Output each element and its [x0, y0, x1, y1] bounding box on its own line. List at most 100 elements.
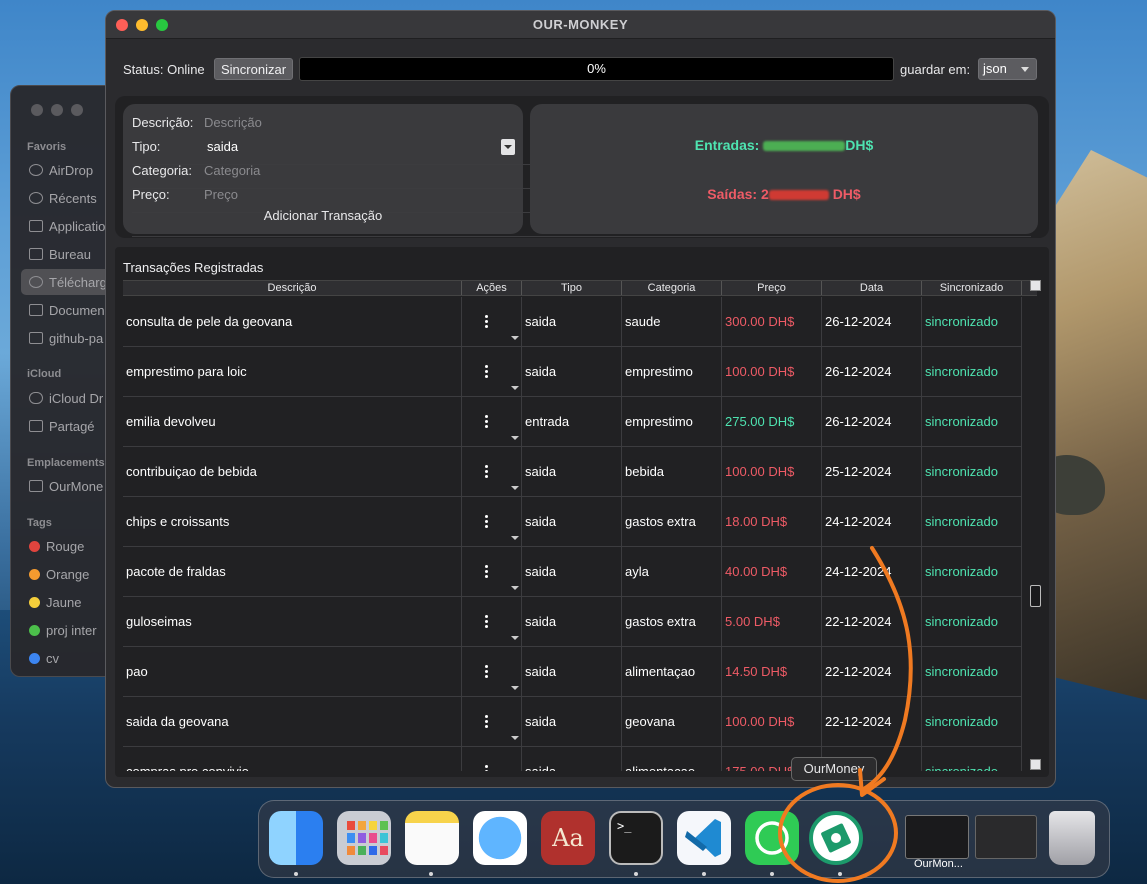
saidas-redacted-value	[768, 190, 829, 201]
sync-button[interactable]: Sincronizar	[214, 58, 294, 80]
more-actions-icon[interactable]	[485, 765, 488, 771]
table-row[interactable]: pao saida alimentaçao 14.50 DH$ 22-12-2024 si…	[123, 647, 1022, 697]
scroll-down-arrow-icon[interactable]	[1030, 759, 1041, 770]
trash-icon[interactable]	[1049, 811, 1095, 865]
cell-data: 26-12-2024	[822, 297, 922, 346]
notes-app-icon[interactable]	[405, 811, 459, 865]
more-actions-icon[interactable]	[485, 415, 488, 430]
cell-tipo: saida	[522, 447, 622, 496]
zoom-button[interactable]	[156, 19, 168, 31]
more-actions-icon[interactable]	[485, 465, 488, 480]
cell-categoria: alimentaçao	[622, 747, 722, 771]
col-header-sincronizado[interactable]: Sincronizado	[922, 281, 1022, 295]
close-button[interactable]	[116, 19, 128, 31]
chevron-down-icon	[511, 386, 519, 390]
table-row[interactable]: guloseimas saida gastos extra 5.00 DH$ 22-12…	[123, 597, 1022, 647]
cloud-icon	[29, 392, 43, 404]
cell-acoes[interactable]	[462, 297, 522, 346]
title-bar: OUR-MONKEY	[106, 11, 1055, 39]
terminal-app-icon[interactable]: >_	[609, 811, 663, 865]
finder-window-thumbnail[interactable]	[975, 815, 1037, 859]
chevron-down-icon	[501, 139, 515, 155]
table-row[interactable]: consulta de pele da geovana saida saude 300…	[123, 297, 1022, 347]
dock-window-label: OurMon...	[914, 858, 963, 870]
more-actions-icon[interactable]	[485, 665, 488, 680]
cell-preco: 100.00 DH$	[722, 347, 822, 396]
document-icon	[29, 304, 43, 316]
cell-preco: 275.00 DH$	[722, 397, 822, 446]
cell-acoes[interactable]	[462, 597, 522, 646]
table-row[interactable]: compras pro conviviosaidaalimentaçao175.…	[123, 747, 1022, 771]
minimize-button[interactable]	[136, 19, 148, 31]
col-header-acoes[interactable]: Ações	[462, 281, 522, 295]
add-transaction-button[interactable]: Adicionar Transação	[243, 208, 403, 223]
cell-descricao: pacote de fraldas	[123, 547, 462, 596]
cell-acoes[interactable]	[462, 647, 522, 696]
col-header-descricao[interactable]: Descrição	[123, 281, 462, 295]
cell-tipo: saida	[522, 747, 622, 771]
cell-acoes[interactable]	[462, 347, 522, 396]
col-header-preco[interactable]: Preço	[722, 281, 822, 295]
descricao-input[interactable]: Descrição	[204, 115, 262, 130]
table-row[interactable]: contribuiçao de bebida saida bebida 100.00 …	[123, 447, 1022, 497]
more-actions-icon[interactable]	[485, 515, 488, 530]
cell-sincronizado: sincronizado	[922, 447, 1022, 496]
col-header-tipo[interactable]: Tipo	[522, 281, 622, 295]
tipo-select[interactable]: saida	[203, 137, 515, 157]
more-actions-icon[interactable]	[485, 365, 488, 380]
categoria-input[interactable]: Categoria	[204, 163, 260, 178]
status-bar: Status: Online Sincronizar 0% guardar em…	[106, 57, 1055, 81]
cell-acoes[interactable]	[462, 397, 522, 446]
entradas-unit: DH$	[845, 137, 874, 153]
cell-acoes[interactable]	[462, 447, 522, 496]
cell-tipo: entrada	[522, 397, 622, 446]
cell-categoria: bebida	[622, 447, 722, 496]
cell-acoes[interactable]	[462, 547, 522, 596]
finder-app-icon[interactable]	[269, 811, 323, 865]
saidas-visible-digit: 2	[761, 186, 769, 202]
chevron-down-icon	[511, 486, 519, 490]
top-panel: Descrição: Descrição Tipo: saida Categor…	[115, 96, 1049, 238]
download-icon	[29, 276, 43, 288]
preco-input[interactable]: Preço	[204, 187, 238, 202]
tag-dot-icon	[29, 596, 40, 608]
more-actions-icon[interactable]	[485, 615, 488, 630]
ourmoney-app-icon[interactable]	[809, 811, 863, 865]
vscode-app-icon[interactable]	[677, 811, 731, 865]
format-select[interactable]: json	[978, 58, 1037, 80]
cell-data: 24-12-2024	[822, 547, 922, 596]
table-row[interactable]: saida da geovana saida geovana 100.00 DH$ 22…	[123, 697, 1022, 747]
cell-acoes[interactable]	[462, 697, 522, 746]
col-header-categoria[interactable]: Categoria	[622, 281, 722, 295]
cell-preco: 18.00 DH$	[722, 497, 822, 546]
finder-section-tags: Tags	[27, 517, 52, 529]
dictionary-app-icon[interactable]: Aa	[541, 811, 595, 865]
whatsapp-app-icon[interactable]	[745, 811, 799, 865]
cell-tipo: saida	[522, 347, 622, 396]
more-actions-icon[interactable]	[485, 715, 488, 730]
cell-preco: 300.00 DH$	[722, 297, 822, 346]
cell-acoes[interactable]	[462, 497, 522, 546]
table-row[interactable]: emprestimo para loic saida emprestimo 100.0…	[123, 347, 1022, 397]
chevron-down-icon	[511, 336, 519, 340]
clock-icon	[29, 192, 43, 204]
cell-categoria: alimentaçao	[622, 647, 722, 696]
ourmoney-window-thumbnail[interactable]	[905, 815, 969, 859]
table-scrollbar[interactable]	[1030, 280, 1042, 770]
scroll-thumb[interactable]	[1030, 585, 1041, 607]
cell-acoes[interactable]	[462, 747, 522, 771]
cell-sincronizado: sincronizado	[922, 697, 1022, 746]
chevron-down-icon	[511, 686, 519, 690]
launchpad-app-icon[interactable]	[337, 811, 391, 865]
table-row[interactable]: chips e croissants saida gastos extra 18.00…	[123, 497, 1022, 547]
scroll-up-arrow-icon[interactable]	[1030, 280, 1041, 291]
cell-categoria: emprestimo	[622, 347, 722, 396]
more-actions-icon[interactable]	[485, 565, 488, 580]
table-row[interactable]: pacote de fraldas saida ayla 40.00 DH$ 24-12…	[123, 547, 1022, 597]
more-actions-icon[interactable]	[485, 315, 488, 330]
col-header-data[interactable]: Data	[822, 281, 922, 295]
safari-app-icon[interactable]	[473, 811, 527, 865]
table-row[interactable]: emilia devolveu entrada emprestimo 275.00 D…	[123, 397, 1022, 447]
cell-preco: 100.00 DH$	[722, 697, 822, 746]
chevron-down-icon	[511, 536, 519, 540]
